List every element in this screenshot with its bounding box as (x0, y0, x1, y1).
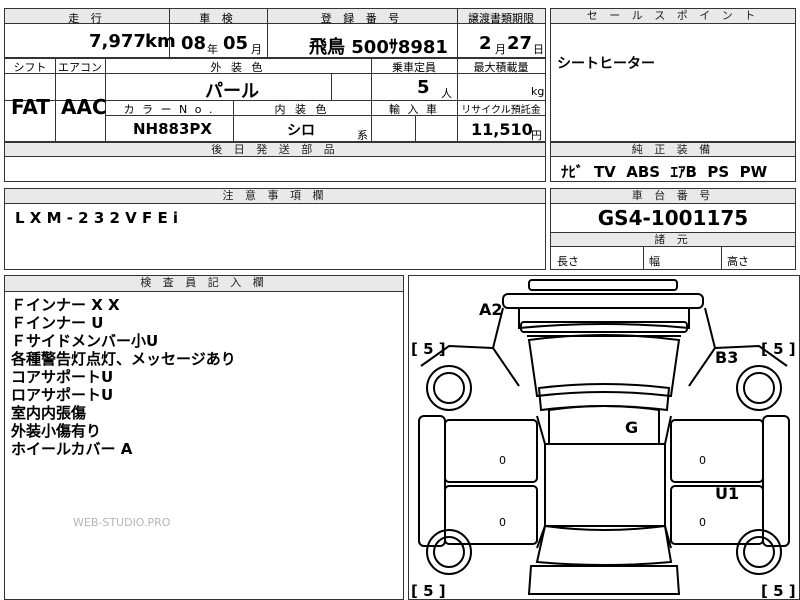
later-parts-box: 後 日 発 送 部 品 (4, 142, 546, 182)
factory-equipment-header: 純 正 装 備 (551, 143, 795, 157)
import-header: 輸 入 車 (389, 103, 439, 116)
header-table: 走 行 車 検 登 録 番 号 譲渡書類期限 7,977 km 08 年 05 … (4, 8, 546, 58)
chassis-header: 車 台 番 号 (551, 189, 795, 204)
transfer-month: 2 (479, 33, 492, 54)
capacity-value: 5 (417, 77, 430, 98)
watermark: WEB-STUDIO.PRO (73, 516, 171, 529)
inspector-line: コアサポートU (11, 368, 114, 386)
inspector-box: 検 査 員 記 入 欄 Ｆインナー X X Ｆインナー U Ｆサイドメンバー小U… (4, 275, 404, 600)
recycle-value: 11,510 (471, 120, 533, 139)
transfer-month-unit: 月 (495, 43, 506, 56)
tire-tread-rear-left: [ 5 ] (411, 582, 446, 600)
dimension-height-label: 高さ (727, 255, 749, 268)
shift-value: FAT (11, 95, 50, 119)
door-mark-zero: 0 (499, 454, 506, 467)
transfer-deadline-header: 譲渡書類期限 (468, 12, 534, 25)
inspector-line: ホイールカバー A (11, 440, 133, 458)
transfer-day: 27 (507, 33, 533, 54)
registration-header: 登 録 番 号 (320, 12, 404, 25)
dimensions-header: 諸 元 (551, 233, 795, 247)
damage-mark-u1: U1 (715, 484, 740, 503)
color-no-header: カ ラ ー N o . (123, 103, 215, 116)
inspection-month-unit: 月 (251, 43, 262, 56)
later-parts-header: 後 日 発 送 部 品 (5, 143, 545, 157)
max-load-header: 最大積載量 (473, 61, 529, 74)
inspector-line: Ｆインナー U (11, 314, 104, 332)
exterior-color-value: パール (205, 81, 259, 102)
door-mark-zero: 0 (699, 454, 706, 467)
car-outline (418, 279, 790, 595)
inspection-year-unit: 年 (207, 43, 218, 56)
mileage-header: 走 行 (68, 12, 106, 25)
mileage-value: 7,977 (89, 31, 146, 52)
sales-point-header: セ ー ル ス ポ イ ン ト (551, 9, 795, 24)
recycle-header: リサイクル預託金 (461, 105, 541, 116)
inspector-line: Ｆインナー X X (11, 296, 120, 314)
tire-tread-rear-right: [ 5 ] (761, 582, 796, 600)
dimension-width-label: 幅 (649, 255, 660, 268)
sales-point-box: セ ー ル ス ポ イ ン ト シートヒーター (550, 8, 796, 142)
interior-color-header: 内 装 色 (274, 103, 330, 116)
factory-equipment-value: ﾅﾋﾞ TV ABS ｴｱB PS PW (561, 163, 768, 181)
exterior-color-header: 外 装 色 (210, 61, 266, 74)
inspector-line: ロアサポートU (11, 386, 114, 404)
interior-color-value: シロ (287, 123, 315, 139)
damage-mark-a2: A2 (479, 300, 503, 319)
inspection-header: 車 検 (199, 12, 237, 25)
damage-mark-b3: B3 (715, 348, 739, 367)
interior-color-suffix: 系 (357, 129, 368, 142)
capacity-unit: 人 (441, 87, 452, 100)
caution-notes-value: L X M - 2 3 2 V F E i (15, 209, 179, 227)
capacity-header: 乗車定員 (392, 61, 436, 74)
inspector-line: Ｆサイドメンバー小U (11, 332, 159, 350)
tire-tread-front-left: [ 5 ] (411, 340, 446, 358)
shift-header: シフト (13, 61, 47, 74)
inspector-line: 各種警告灯点灯、メッセージあり (11, 350, 236, 368)
door-mark-zero: 0 (499, 516, 506, 529)
chassis-box: 車 台 番 号 GS4-1001175 諸 元 長さ 幅 高さ (550, 188, 796, 270)
door-mark-zero: 0 (699, 516, 706, 529)
recycle-unit: 円 (531, 129, 542, 142)
inspector-header: 検 査 員 記 入 欄 (5, 276, 403, 292)
car-diagram: A2 B3 G U1 [ 5 ] [ 5 ] [ 5 ] [ 5 ] 0 0 0… (408, 275, 800, 600)
factory-equipment-box: 純 正 装 備 ﾅﾋﾞ TV ABS ｴｱB PS PW (550, 142, 796, 182)
max-load-unit: kg (531, 85, 545, 98)
tire-tread-front-right: [ 5 ] (761, 340, 796, 358)
inspector-line: 室内内張傷 (11, 404, 87, 422)
mileage-unit: km (145, 31, 176, 52)
inspector-line: 外装小傷有り (11, 422, 102, 440)
color-no-value: NH883PX (133, 120, 212, 138)
aircon-value: AAC (61, 95, 107, 119)
inspection-month: 05 (223, 33, 249, 54)
sales-point-text: シートヒーター (557, 56, 655, 72)
aircon-header: エアコン (58, 61, 102, 74)
spec-table: シフト エアコン 外 装 色 乗車定員 最大積載量 FAT AAC パール 5 … (4, 58, 546, 142)
registration-value: 飛鳥 500ｻ8981 (309, 37, 448, 58)
transfer-day-unit: 日 (533, 43, 544, 56)
damage-mark-g: G (625, 418, 639, 437)
dimension-length-label: 長さ (557, 255, 579, 268)
caution-notes-header: 注 意 事 項 欄 (5, 189, 545, 204)
caution-notes-box: 注 意 事 項 欄 L X M - 2 3 2 V F E i (4, 188, 546, 270)
inspection-year: 08 (181, 33, 207, 54)
chassis-value: GS4-1001175 (597, 206, 749, 230)
